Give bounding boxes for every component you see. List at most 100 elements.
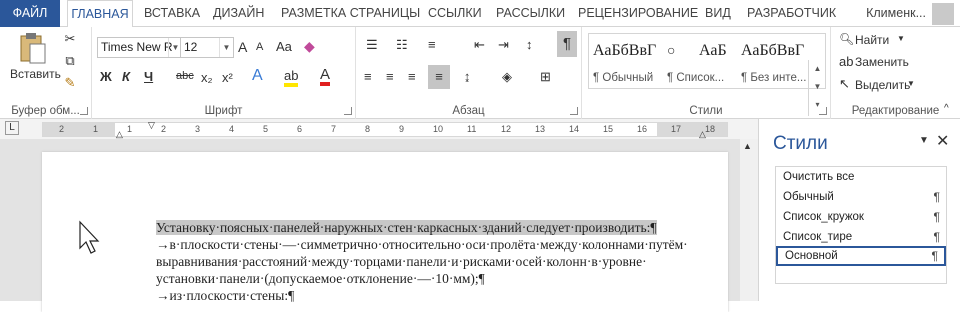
- copy-icon[interactable]: ⧉: [62, 53, 78, 69]
- increase-indent-icon[interactable]: ⇥: [498, 37, 509, 53]
- cut-icon[interactable]: ✂: [62, 31, 78, 47]
- tab-mailings[interactable]: РАССЫЛКИ: [496, 0, 565, 27]
- font-launcher-icon[interactable]: [344, 107, 352, 115]
- font-color-icon[interactable]: A: [320, 67, 331, 86]
- find-dropdown-icon[interactable]: ▼: [897, 34, 905, 43]
- ruler-tick-label: 4: [229, 124, 235, 134]
- collapse-ribbon-icon[interactable]: ^: [944, 103, 949, 114]
- scroll-up-icon[interactable]: ▲: [809, 60, 826, 78]
- ruler-tick-label: 9: [399, 124, 405, 134]
- replace-button[interactable]: Заменить: [855, 55, 909, 69]
- replace-icon[interactable]: ab: [839, 54, 853, 69]
- font-size-dropdown-icon[interactable]: ▼: [219, 38, 233, 57]
- tab-view[interactable]: ВИД: [705, 0, 731, 27]
- select-dropdown-icon[interactable]: ▼: [907, 79, 915, 88]
- paste-button[interactable]: Вставить: [10, 67, 61, 81]
- styles-list-item-clear[interactable]: Очистить все: [776, 167, 946, 187]
- highlighted-text[interactable]: Установку·поясных·панелей·наружных·стен·…: [156, 220, 657, 235]
- sort-icon[interactable]: ↕: [526, 37, 533, 52]
- more-styles-icon[interactable]: ▾: [809, 96, 826, 114]
- vertical-scrollbar[interactable]: ▲: [740, 139, 758, 301]
- find-button[interactable]: Найти: [855, 33, 889, 47]
- justify-icon[interactable]: ≡: [428, 65, 450, 89]
- styles-list-item[interactable]: Список_кружок ¶: [776, 207, 946, 227]
- bold-icon[interactable]: Ж: [100, 69, 112, 84]
- tab-home[interactable]: ГЛАВНАЯ: [67, 0, 133, 28]
- user-avatar[interactable]: [932, 3, 954, 25]
- scroll-up-icon[interactable]: ▲: [743, 141, 752, 151]
- doc-line[interactable]: установки·панели·(допускаемое·отклонение…: [156, 271, 485, 287]
- user-name[interactable]: Клименк...: [866, 0, 926, 27]
- tab-design[interactable]: ДИЗАЙН: [213, 0, 264, 27]
- font-size-field[interactable]: 12 ▼: [180, 37, 234, 58]
- numbering-icon[interactable]: ☷: [396, 37, 408, 53]
- select-icon[interactable]: ↖: [839, 76, 850, 92]
- font-name-value: Times New R: [101, 40, 173, 54]
- tab-references[interactable]: ССЫЛКИ: [428, 0, 482, 27]
- style-sample: АаБбВвГ: [593, 42, 657, 59]
- multilevel-list-icon[interactable]: ≡: [428, 37, 436, 52]
- style-no-spacing[interactable]: АаБбВвГ ¶ Без инте...: [737, 34, 810, 90]
- change-case-icon[interactable]: Aa: [276, 39, 292, 54]
- underline-icon[interactable]: Ч: [144, 69, 153, 84]
- paragraph-launcher-icon[interactable]: [570, 107, 578, 115]
- align-center-icon[interactable]: ≡: [386, 69, 394, 84]
- find-icon[interactable]: 🔍︎: [839, 32, 854, 46]
- strikethrough-icon[interactable]: abc: [176, 70, 194, 82]
- close-icon[interactable]: ✕: [936, 131, 949, 151]
- shrink-font-icon[interactable]: A: [256, 41, 263, 53]
- scroll-down-icon[interactable]: ▼: [809, 78, 826, 96]
- ruler-tick-label: 11: [467, 124, 477, 134]
- borders-icon[interactable]: ⊞: [540, 69, 551, 85]
- grow-font-icon[interactable]: A: [238, 39, 247, 55]
- align-left-icon[interactable]: ≡: [364, 69, 372, 84]
- align-right-icon[interactable]: ≡: [408, 69, 416, 84]
- highlight-icon[interactable]: ab: [284, 69, 299, 87]
- doc-line[interactable]: выравнивания·расстояний·между·торцами·па…: [156, 254, 647, 270]
- select-button[interactable]: Выделить: [855, 78, 910, 92]
- tab-selector-icon[interactable]: L: [5, 121, 19, 135]
- clipboard-group-label: Буфер обм...: [11, 105, 80, 117]
- show-formatting-marks-icon[interactable]: ¶: [557, 31, 577, 57]
- format-painter-icon[interactable]: ✎: [62, 75, 78, 91]
- font-size-value: 12: [184, 40, 198, 54]
- bullets-icon[interactable]: ☰: [366, 37, 378, 53]
- first-line-indent-marker-icon[interactable]: ▽: [148, 120, 155, 131]
- shading-icon[interactable]: ◈: [502, 69, 512, 85]
- doc-line[interactable]: →в·плоскости·стены·—·симметрично·относит…: [156, 237, 688, 253]
- styles-list-item[interactable]: Список_тире ¶: [776, 227, 946, 247]
- document-page[interactable]: Установку·поясных·панелей·наружных·стен·…: [42, 152, 728, 312]
- italic-icon[interactable]: К: [122, 69, 130, 84]
- paragraph-mark-icon: ¶: [931, 249, 938, 263]
- font-group: Times New R ▼ 12 ▼ A A Aa ◆ Ж К Ч abc x₂ x…: [92, 27, 356, 119]
- superscript-icon[interactable]: x²: [222, 70, 233, 85]
- clear-formatting-icon[interactable]: ◆: [304, 38, 315, 55]
- horizontal-ruler[interactable]: 2 1 1 2 3 4 5 6 7 8 9 10 11 12 13 14 15 16 17 18 ▽ △ △: [42, 120, 728, 139]
- style-gallery-scroll[interactable]: ▲ ▼ ▾: [808, 60, 826, 116]
- tab-review[interactable]: РЕЦЕНЗИРОВАНИЕ: [578, 0, 698, 27]
- font-name-field[interactable]: Times New R ▼: [97, 37, 183, 58]
- style-normal[interactable]: АаБбВвГ ¶ Обычный: [589, 34, 662, 90]
- styles-list-item[interactable]: Обычный ¶: [776, 187, 946, 207]
- tab-layout[interactable]: РАЗМЕТКА СТРАНИЦЫ: [281, 0, 420, 27]
- ruler-tick-label: 17: [671, 124, 682, 134]
- styles-list-item-label: Список_кружок: [783, 211, 864, 223]
- doc-line[interactable]: Установку·поясных·панелей·наружных·стен·…: [156, 220, 657, 236]
- tab-insert[interactable]: ВСТАВКА: [144, 0, 200, 27]
- ruler-right-margin: [657, 123, 727, 136]
- pane-options-icon[interactable]: ▼: [919, 135, 929, 146]
- tab-developer[interactable]: РАЗРАБОТЧИК: [747, 0, 836, 27]
- text-effects-icon[interactable]: A: [252, 67, 263, 85]
- subscript-icon[interactable]: x₂: [201, 70, 213, 85]
- decrease-indent-icon[interactable]: ⇤: [474, 37, 485, 53]
- doc-line[interactable]: →из·плоскости·стены:¶: [156, 288, 294, 304]
- styles-list-item-selected[interactable]: Основной ¶: [776, 246, 946, 266]
- paste-icon[interactable]: [18, 31, 48, 64]
- tab-file[interactable]: ФАЙЛ: [0, 0, 60, 27]
- style-gallery: АаБбВвГ ¶ Обычный ○ АаБ ¶ Список... АаБб…: [588, 33, 826, 89]
- styles-group-label: Стили: [689, 105, 723, 117]
- styles-list: Очистить все Обычный ¶ Список_кружок ¶ Спи…: [775, 166, 947, 284]
- clipboard-launcher-icon[interactable]: [80, 107, 88, 115]
- line-spacing-icon[interactable]: ↨: [464, 69, 471, 84]
- style-list[interactable]: ○ АаБ ¶ Список...: [663, 34, 736, 90]
